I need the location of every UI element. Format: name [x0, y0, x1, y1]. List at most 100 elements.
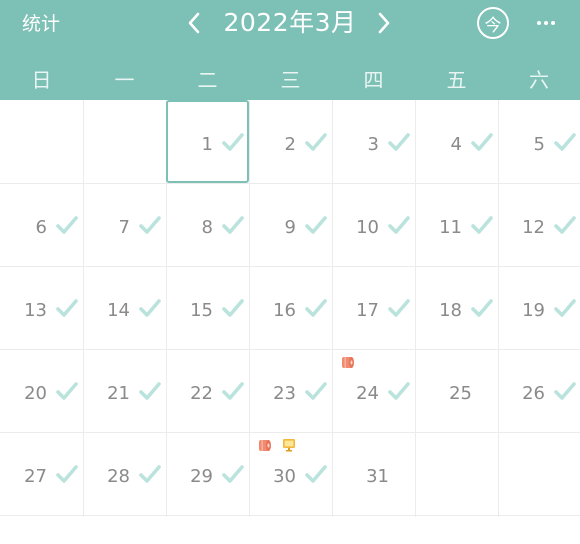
toilet-roll-icon: [342, 357, 354, 368]
checkmark-icon: [388, 382, 410, 400]
calendar-day-cell[interactable]: 1: [166, 100, 249, 183]
day-number: 31: [366, 466, 389, 487]
checkmark-icon: [56, 382, 78, 400]
calendar-day-cell[interactable]: 12: [498, 183, 580, 266]
day-number: 18: [439, 300, 462, 321]
checkmark-icon: [471, 299, 493, 317]
weekday-label: 六: [529, 68, 549, 92]
calendar-day-cell[interactable]: 4: [415, 100, 498, 183]
calendar-day-cell[interactable]: 28: [83, 432, 166, 515]
checkmark-icon: [222, 299, 244, 317]
checkmark-icon: [222, 133, 244, 151]
checkmark-icon: [388, 299, 410, 317]
calendar-day-cell[interactable]: 27: [0, 432, 83, 515]
calendar-day-cell[interactable]: 17: [332, 266, 415, 349]
grid-divider: [0, 515, 580, 516]
day-number: 11: [439, 217, 462, 238]
calendar-day-cell[interactable]: 21: [83, 349, 166, 432]
weekday-label: 一: [114, 68, 135, 92]
monitor-icon: [283, 439, 295, 452]
day-number: 3: [367, 134, 379, 155]
calendar-grid: 1 2 3 4 5 6 7 8 9 10 11 12 13 14 15 16 17 18 19 20 21 22 23 24 2…: [0, 100, 580, 520]
checkmark-icon: [305, 299, 327, 317]
checkmark-icon: [554, 133, 576, 151]
calendar-day-cell[interactable]: 10: [332, 183, 415, 266]
stats-button[interactable]: 统计: [22, 12, 60, 36]
calendar-day-cell[interactable]: 18: [415, 266, 498, 349]
calendar-day-cell[interactable]: 25: [415, 349, 498, 432]
day-number: 24: [356, 383, 379, 404]
day-number: 6: [35, 217, 47, 238]
day-number: 19: [522, 300, 545, 321]
day-number: 9: [284, 217, 296, 238]
calendar-day-cell[interactable]: 9: [249, 183, 332, 266]
day-number: 5: [533, 134, 545, 155]
more-dot-icon: [544, 21, 548, 25]
checkmark-icon: [305, 465, 327, 483]
day-number: 30: [273, 466, 296, 487]
checkmark-icon: [305, 133, 327, 151]
weekday-label: 二: [197, 68, 218, 92]
calendar-header: 统计 2022年3月 今 日 一 二 三 四 五 六: [0, 0, 580, 100]
checkmark-icon: [471, 216, 493, 234]
calendar-day-cell[interactable]: 16: [249, 266, 332, 349]
month-title[interactable]: 2022年3月: [210, 6, 370, 40]
day-number: 22: [190, 383, 213, 404]
day-number: 25: [449, 383, 472, 404]
checkmark-icon: [222, 382, 244, 400]
calendar-day-cell[interactable]: 13: [0, 266, 83, 349]
calendar-day-cell[interactable]: 23: [249, 349, 332, 432]
day-number: 27: [24, 466, 47, 487]
day-number: 7: [118, 217, 130, 238]
checkmark-icon: [305, 216, 327, 234]
calendar-day-cell[interactable]: 31: [332, 432, 415, 515]
day-number: 26: [522, 383, 545, 404]
checkmark-icon: [388, 216, 410, 234]
day-number: 15: [190, 300, 213, 321]
next-month-button[interactable]: [372, 8, 396, 38]
day-number: 20: [24, 383, 47, 404]
calendar-day-cell[interactable]: 15: [166, 266, 249, 349]
calendar-day-cell[interactable]: 7: [83, 183, 166, 266]
more-dot-icon: [551, 21, 555, 25]
checkmark-icon: [305, 382, 327, 400]
checkmark-icon: [139, 382, 161, 400]
calendar-day-cell[interactable]: 2: [249, 100, 332, 183]
calendar-day-cell[interactable]: 6: [0, 183, 83, 266]
previous-month-button[interactable]: [182, 8, 206, 38]
day-number: 1: [201, 134, 213, 155]
calendar-day-cell[interactable]: 30: [249, 432, 332, 515]
calendar-day-cell[interactable]: 19: [498, 266, 580, 349]
calendar-day-cell[interactable]: 26: [498, 349, 580, 432]
day-number: 2: [284, 134, 296, 155]
day-number: 8: [201, 217, 213, 238]
toilet-roll-icon: [259, 440, 271, 451]
more-options-button[interactable]: [530, 8, 562, 38]
day-number: 28: [107, 466, 130, 487]
checkmark-icon: [139, 299, 161, 317]
checkmark-icon: [471, 133, 493, 151]
calendar-day-cell[interactable]: 24: [332, 349, 415, 432]
calendar-day-cell[interactable]: 22: [166, 349, 249, 432]
day-number: 21: [107, 383, 130, 404]
checkmark-icon: [139, 465, 161, 483]
calendar-day-cell[interactable]: 8: [166, 183, 249, 266]
checkmark-icon: [554, 299, 576, 317]
calendar-day-cell[interactable]: 3: [332, 100, 415, 183]
day-number: 10: [356, 217, 379, 238]
checkmark-icon: [222, 465, 244, 483]
chevron-right-icon: [378, 12, 390, 34]
checkmark-icon: [554, 216, 576, 234]
chevron-left-icon: [188, 12, 200, 34]
weekday-label: 三: [280, 68, 301, 92]
calendar-day-cell[interactable]: 5: [498, 100, 580, 183]
calendar-day-cell[interactable]: 11: [415, 183, 498, 266]
weekday-label: 四: [363, 68, 384, 92]
calendar-day-cell[interactable]: 29: [166, 432, 249, 515]
day-number: 4: [450, 134, 462, 155]
calendar-day-cell[interactable]: 14: [83, 266, 166, 349]
calendar-day-cell[interactable]: 20: [0, 349, 83, 432]
today-button[interactable]: 今: [477, 7, 509, 39]
checkmark-icon: [388, 133, 410, 151]
checkmark-icon: [554, 382, 576, 400]
